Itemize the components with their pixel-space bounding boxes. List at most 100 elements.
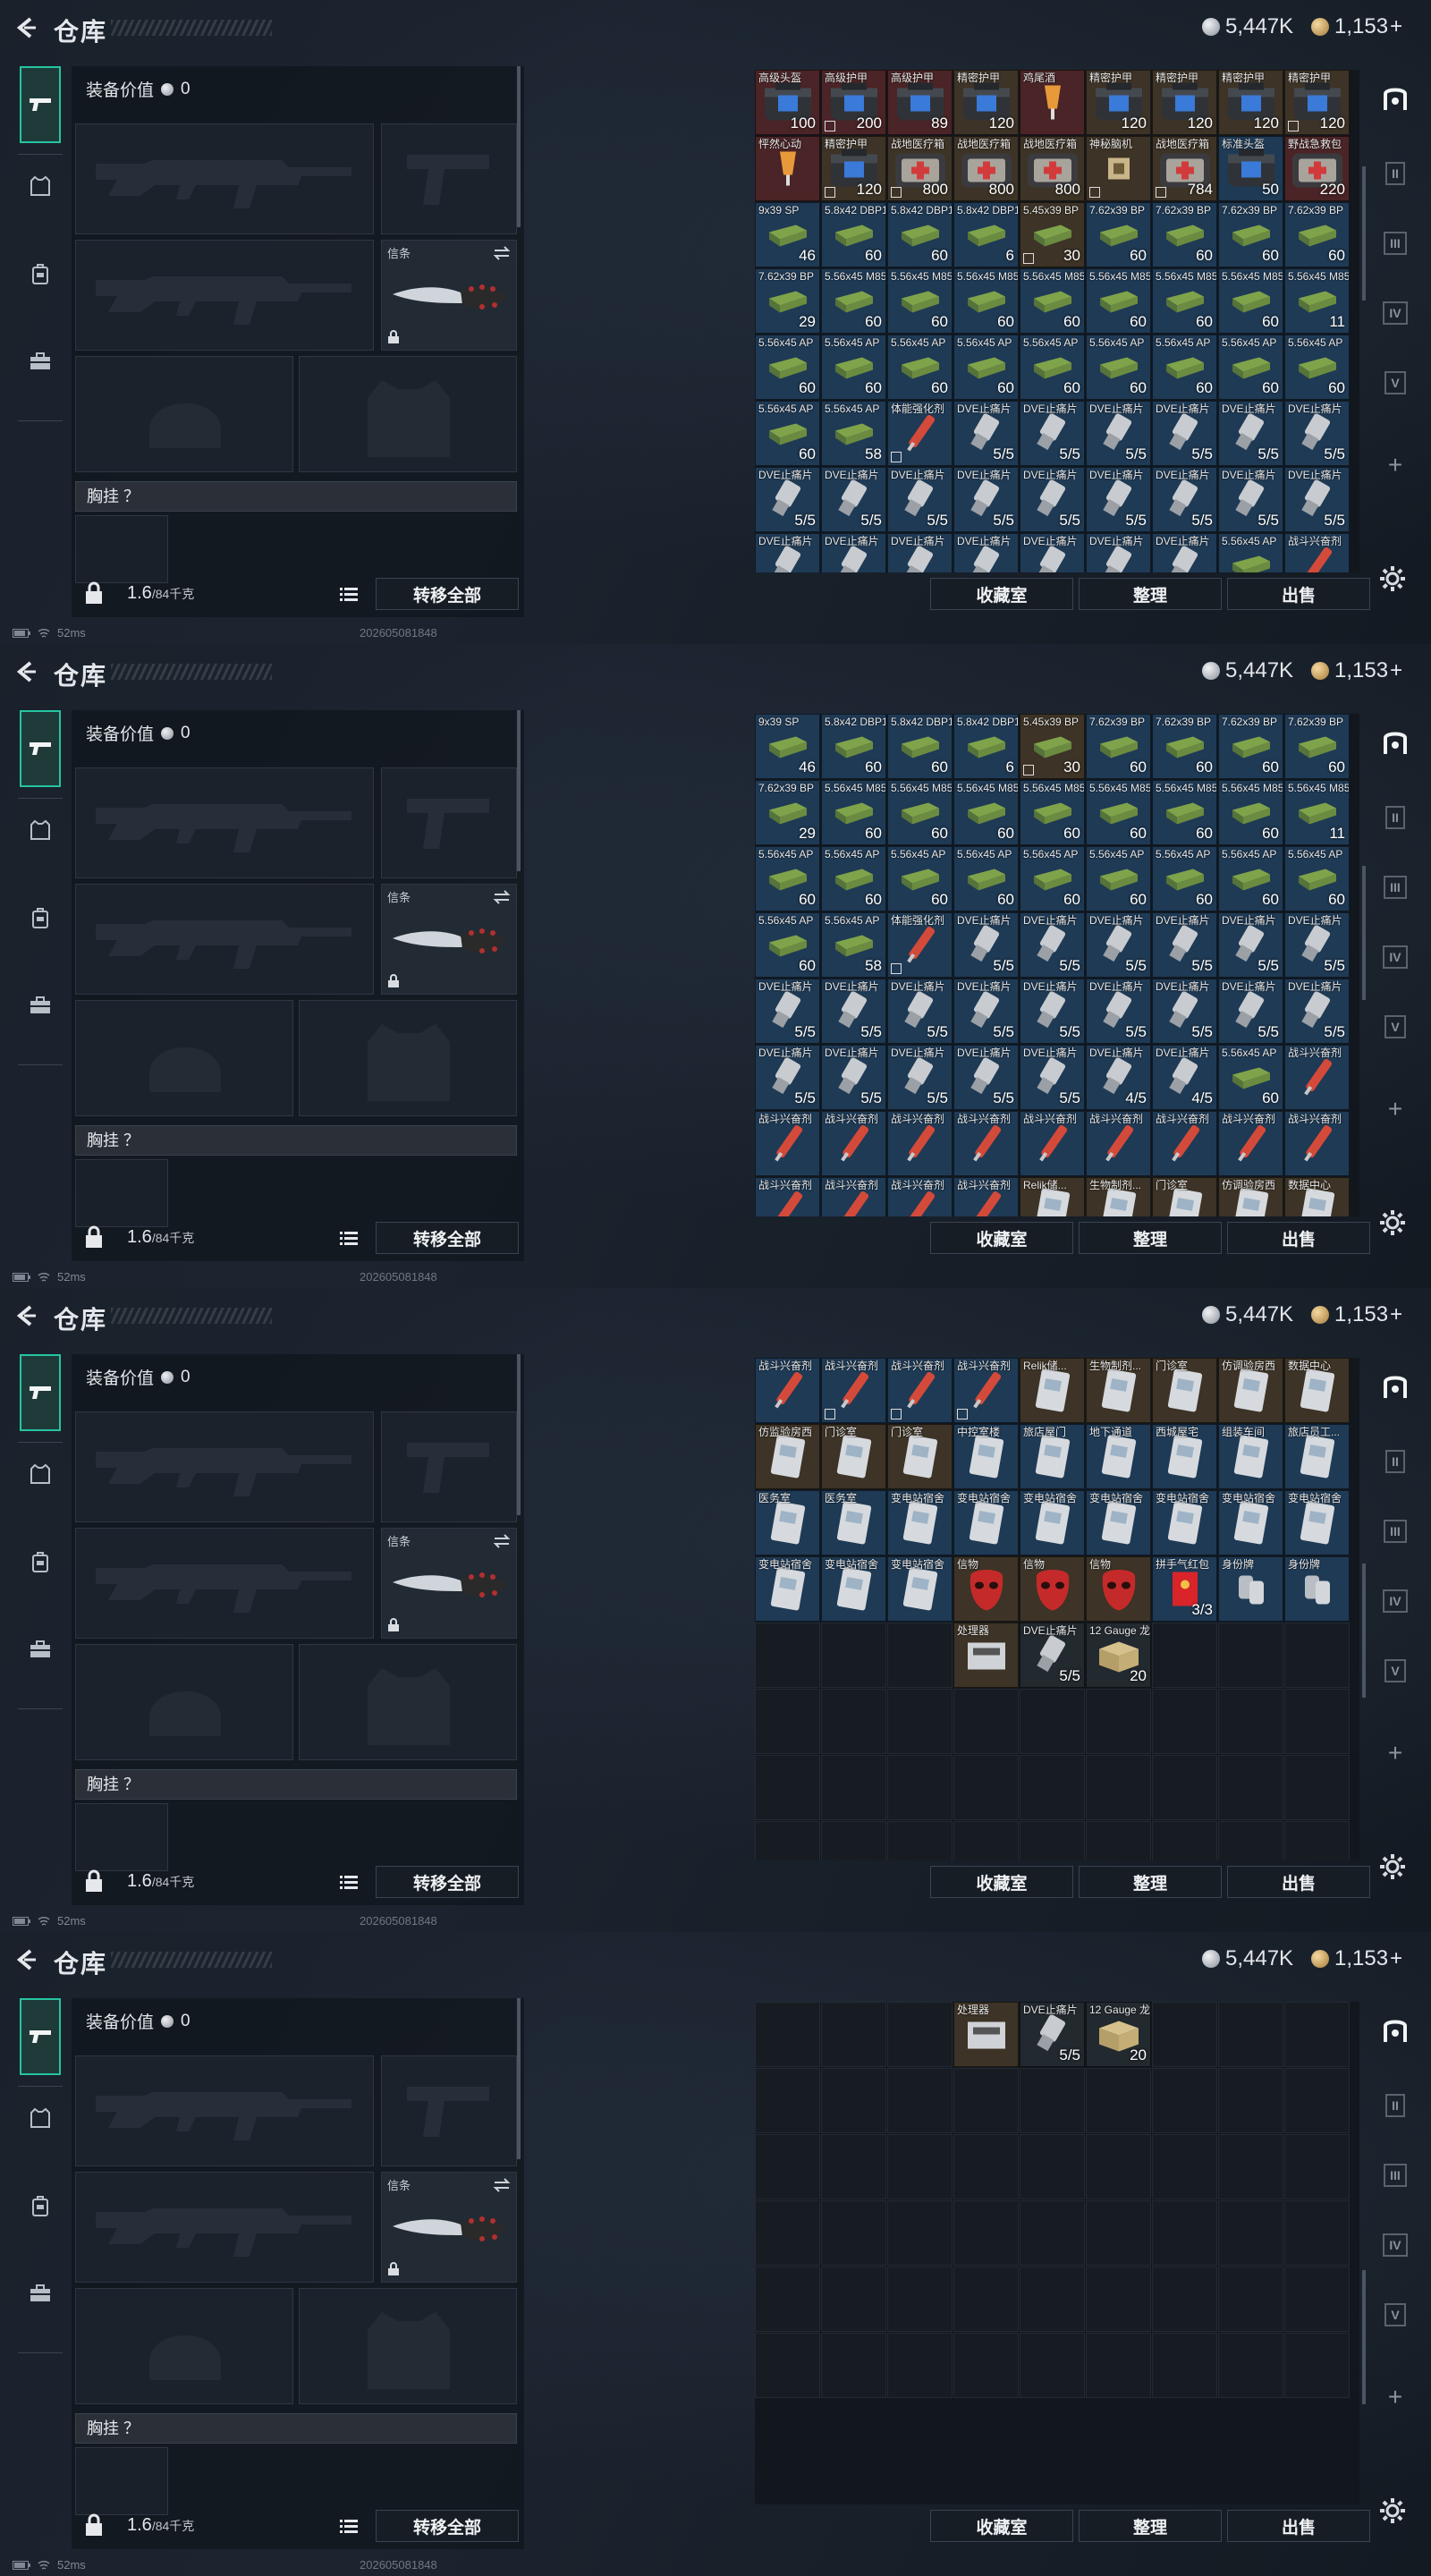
tab-v-icon[interactable]: V — [1372, 360, 1418, 406]
stash-item[interactable]: 7.62x39 BP 60 — [1086, 202, 1151, 267]
empty-stash-slot[interactable] — [1284, 1755, 1350, 1820]
tab-case[interactable] — [20, 336, 61, 386]
stash-item[interactable]: 地下通道 — [1086, 1424, 1151, 1489]
stash-item[interactable]: 5.56x45 AP60 — [821, 335, 886, 400]
stash-item[interactable]: DVE止痛片5/5 — [953, 533, 1019, 572]
stash-item[interactable]: DVE止痛片5/5 — [1020, 467, 1085, 532]
secondary-weapon-slot[interactable] — [75, 1528, 374, 1639]
list-view-button[interactable] — [334, 1868, 363, 1896]
tab-backpack[interactable] — [20, 249, 61, 299]
stash-item[interactable]: 身份牌 — [1218, 1556, 1283, 1622]
melee-slot[interactable]: 信条 — [381, 2172, 517, 2283]
tab-armor[interactable] — [20, 805, 61, 855]
stash-item[interactable]: 战地医疗箱 800 — [1020, 136, 1085, 201]
stash-item[interactable]: 5.56x45 AP60 — [755, 912, 820, 978]
tab-armor[interactable] — [20, 161, 61, 211]
plus-icon[interactable]: + — [1372, 2374, 1418, 2420]
stash-item[interactable]: 5.56x45 AP60 — [1020, 846, 1085, 911]
stash-item[interactable]: DVE止痛片5/5 — [1020, 912, 1085, 978]
stash-item[interactable]: 5.56x45 M855A1 60 — [1086, 780, 1151, 845]
transfer-all-button[interactable]: 转移全部 — [376, 2510, 519, 2542]
empty-stash-slot[interactable] — [1020, 1755, 1085, 1820]
melee-slot[interactable]: 信条 — [381, 1528, 517, 1639]
stash-item[interactable]: 战斗兴奋剂 — [953, 1358, 1019, 1423]
stash-item[interactable]: DVE止痛片 4/5 — [1152, 1045, 1217, 1110]
helmet-slot[interactable] — [75, 1000, 293, 1116]
empty-stash-slot[interactable] — [1152, 2002, 1217, 2067]
safe-icon[interactable] — [1372, 75, 1418, 122]
stash-item[interactable]: 5.56x45 AP60 — [1284, 846, 1350, 911]
gear-icon[interactable] — [1377, 1208, 1408, 1238]
empty-stash-slot[interactable] — [1020, 2267, 1085, 2332]
empty-stash-slot[interactable] — [821, 2200, 886, 2266]
stash-item[interactable]: DVE止痛片5/5 — [1218, 467, 1283, 532]
tab-case[interactable] — [20, 980, 61, 1030]
stash-item[interactable]: 5.56x45 AP60 — [1284, 335, 1350, 400]
stash-item[interactable]: 5.56x45 AP60 — [953, 846, 1019, 911]
stash-item[interactable]: DVE止痛片5/5 — [1020, 401, 1085, 466]
empty-stash-slot[interactable] — [1086, 1689, 1151, 1754]
empty-stash-slot[interactable] — [1218, 2333, 1283, 2398]
empty-stash-slot[interactable] — [953, 2333, 1019, 2398]
gold-balance[interactable]: 1,153 + — [1311, 1302, 1402, 1327]
stash-item[interactable]: 5.56x45 M855A1 60 — [887, 268, 953, 334]
safe-icon[interactable] — [1372, 1363, 1418, 1410]
stash-item[interactable]: DVE止痛片5/5 — [1086, 401, 1151, 466]
stash-item[interactable]: 门诊室 — [821, 1424, 886, 1489]
empty-stash-slot[interactable] — [821, 1689, 886, 1754]
gold-balance[interactable]: 1,153 + — [1311, 14, 1402, 39]
stash-item[interactable]: 处理器 — [953, 1623, 1019, 1688]
stash-item[interactable]: 精密护甲 120 — [1086, 70, 1151, 135]
stash-item[interactable]: DVE止痛片5/5 — [953, 401, 1019, 466]
stash-item[interactable]: 5.56x45 AP60 — [1218, 335, 1283, 400]
stash-item[interactable]: 处理器 — [953, 2002, 1019, 2067]
plus-icon[interactable]: + — [1372, 442, 1418, 488]
stash-item[interactable]: 标准头盔 50 — [1218, 136, 1283, 201]
stash-item[interactable]: 高级护甲 89 — [887, 70, 953, 135]
stash-item[interactable]: 战斗兴奋剂 — [1152, 1111, 1217, 1176]
swap-icon[interactable] — [493, 246, 511, 260]
stash-item[interactable]: 7.62x39 BP 60 — [1218, 714, 1283, 779]
stash-item[interactable]: 5.56x45 M855A1 60 — [1218, 268, 1283, 334]
stash-item[interactable]: 战斗兴奋剂 — [953, 1177, 1019, 1216]
stash-item[interactable]: DVE止痛片5/5 — [1020, 533, 1085, 572]
sell-button[interactable]: 出售 — [1227, 1222, 1370, 1254]
tab-armor[interactable] — [20, 2093, 61, 2143]
empty-stash-slot[interactable] — [1218, 1755, 1283, 1820]
stash-scrollbar[interactable] — [1362, 866, 1366, 1000]
back-arrow-icon[interactable] — [13, 658, 39, 685]
empty-stash-slot[interactable] — [821, 2002, 886, 2067]
empty-stash-slot[interactable] — [887, 2333, 953, 2398]
stash-item[interactable]: DVE止痛片5/5 — [1284, 979, 1350, 1044]
stash-item[interactable]: DVE止痛片5/5 — [1152, 912, 1217, 978]
stash-item[interactable]: DVE止痛片 4/5 — [1086, 1045, 1151, 1110]
stash-item[interactable]: 7.62x39 BP 60 — [1284, 714, 1350, 779]
sell-button[interactable]: 出售 — [1227, 2510, 1370, 2542]
stash-item[interactable]: 变电站宿舍 — [1284, 1490, 1350, 1555]
stash-item[interactable]: DVE止痛片5/5 — [755, 979, 820, 1044]
stash-item[interactable]: 数据中心 — [1284, 1358, 1350, 1423]
empty-stash-slot[interactable] — [887, 1755, 953, 1820]
gear-icon[interactable] — [1377, 1852, 1408, 1882]
plus-icon[interactable]: + — [1372, 1730, 1418, 1776]
tab-case[interactable] — [20, 1624, 61, 1674]
stash-item[interactable]: 5.56x45 AP 58 — [821, 912, 886, 978]
stash-item[interactable]: DVE止痛片5/5 — [953, 979, 1019, 1044]
empty-stash-slot[interactable] — [755, 2002, 820, 2067]
empty-stash-slot[interactable] — [755, 2068, 820, 2133]
stash-item[interactable]: 鸡尾酒 — [1020, 70, 1085, 135]
empty-stash-slot[interactable] — [1284, 2002, 1350, 2067]
empty-stash-slot[interactable] — [1086, 2068, 1151, 2133]
empty-stash-slot[interactable] — [1152, 2333, 1217, 2398]
stash-item[interactable]: 拼手气红包 3/3 — [1152, 1556, 1217, 1622]
empty-stash-slot[interactable] — [821, 2267, 886, 2332]
stash-item[interactable]: DVE止痛片5/5 — [755, 467, 820, 532]
stash-item[interactable]: DVE止痛片5/5 — [755, 533, 820, 572]
tab-weapons[interactable] — [20, 1354, 61, 1431]
stash-item[interactable]: 战地医疗箱 784 — [1152, 136, 1217, 201]
swap-icon[interactable] — [493, 1534, 511, 1548]
stash-item[interactable]: 5.56x45 AP60 — [1218, 533, 1283, 572]
empty-stash-slot[interactable] — [755, 2200, 820, 2266]
stash-item[interactable]: 变电站宿舍 — [953, 1490, 1019, 1555]
tab-backpack[interactable] — [20, 1537, 61, 1587]
